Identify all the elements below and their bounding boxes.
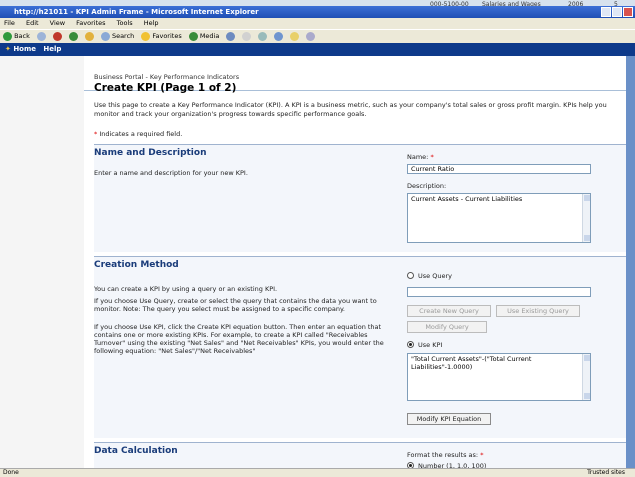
name-section-desc: Enter a name and description for your ne…	[94, 169, 248, 177]
use-kpi-radio[interactable]	[407, 341, 414, 348]
history-icon[interactable]	[226, 32, 236, 41]
kpi-name-input[interactable]: Current Ratio	[407, 164, 591, 174]
home-icon[interactable]	[84, 32, 94, 41]
section-title-name-description: Name and Description	[94, 148, 207, 158]
refresh-icon[interactable]	[68, 32, 78, 41]
use-query-radio[interactable]	[407, 272, 414, 279]
creation-method-section: Creation Method You can create a KPI by …	[94, 256, 626, 438]
page-title: Create KPI (Page 1 of 2)	[94, 82, 237, 94]
minimize-button[interactable]	[601, 7, 611, 17]
back-button[interactable]: Back	[3, 30, 30, 43]
portal-icon: ✦	[5, 45, 11, 53]
modify-kpi-equation-button[interactable]: Modify KPI Equation	[407, 413, 491, 425]
favorites-button[interactable]: Favorites	[141, 30, 182, 43]
menu-bar: File Edit View Favorites Tools Help	[0, 18, 635, 29]
edit-icon[interactable]	[274, 32, 284, 41]
nav-help[interactable]: Help	[43, 45, 61, 53]
equation-scrollbar[interactable]	[582, 354, 590, 400]
menu-view[interactable]: View	[50, 19, 65, 27]
menu-file[interactable]: File	[4, 19, 15, 27]
search-icon	[100, 31, 110, 41]
media-icon	[188, 31, 198, 41]
media-button[interactable]: Media	[188, 30, 219, 43]
star-icon	[141, 31, 151, 41]
print-icon[interactable]	[258, 32, 268, 41]
window-edge	[626, 56, 635, 468]
query-input[interactable]	[407, 287, 591, 297]
forward-arrow-icon[interactable]	[36, 32, 46, 41]
menu-edit[interactable]: Edit	[26, 19, 39, 27]
left-pane	[0, 56, 84, 468]
search-button[interactable]: Search	[100, 30, 134, 43]
creation-p2: If you choose Use Query, create or selec…	[94, 297, 377, 313]
mail-icon[interactable]	[242, 32, 252, 41]
close-button[interactable]	[623, 7, 633, 17]
description-label: Description:	[407, 182, 447, 190]
modify-query-button[interactable]: Modify Query	[407, 321, 487, 333]
browser-toolbar: Back Search Favorites Media	[0, 29, 635, 43]
breadcrumb: Business Portal - Key Performance Indica…	[94, 73, 240, 81]
description-scrollbar[interactable]	[582, 194, 590, 242]
kpi-description-textarea[interactable]: Current Assets - Current Liabilities	[407, 193, 591, 243]
use-existing-query-button[interactable]: Use Existing Query	[496, 305, 580, 317]
format-results-label: Format the results as: *	[407, 451, 484, 459]
name-label: Name: *	[407, 153, 434, 161]
page-header: Business Portal - Key Performance Indica…	[84, 56, 626, 94]
data-calculation-section: Data Calculation Format the results as: …	[94, 442, 626, 470]
back-arrow-icon	[3, 31, 12, 41]
status-text: Done	[3, 469, 19, 476]
intro-text: Use this page to create a Key Performanc…	[94, 101, 607, 118]
menu-help[interactable]: Help	[144, 19, 159, 27]
menu-tools[interactable]: Tools	[117, 19, 133, 27]
kpi-equation-textarea[interactable]: "Total Current Assets"-("Total Current L…	[407, 353, 591, 401]
name-description-section: Name and Description Enter a name and de…	[94, 144, 626, 252]
use-query-label: Use Query	[418, 272, 452, 280]
creation-p3: If you choose Use KPI, click the Create …	[94, 323, 384, 355]
menu-favorites[interactable]: Favorites	[76, 19, 105, 27]
app-top-nav: ✦ Home Help	[0, 43, 635, 56]
section-title-data-calculation: Data Calculation	[94, 446, 178, 456]
status-bar: Done Trusted sites	[0, 468, 635, 477]
folder-icon[interactable]	[290, 32, 300, 41]
main-content: Business Portal - Key Performance Indica…	[84, 56, 626, 470]
stop-icon[interactable]	[52, 32, 62, 41]
messenger-icon[interactable]	[306, 32, 316, 41]
zone-indicator: Trusted sites	[587, 469, 625, 476]
section-title-creation-method: Creation Method	[94, 260, 179, 270]
use-kpi-label: Use KPI	[418, 341, 443, 349]
create-new-query-button[interactable]: Create New Query	[407, 305, 491, 317]
required-note: * Indicates a required field.	[94, 130, 183, 138]
nav-home[interactable]: Home	[13, 45, 36, 53]
maximize-button[interactable]	[612, 7, 622, 17]
window-title: http://h21011 - KPI Admin Frame - Micros…	[14, 8, 259, 16]
window-titlebar: http://h21011 - KPI Admin Frame - Micros…	[0, 6, 635, 18]
creation-p1: You can create a KPI by using a query or…	[94, 285, 278, 293]
